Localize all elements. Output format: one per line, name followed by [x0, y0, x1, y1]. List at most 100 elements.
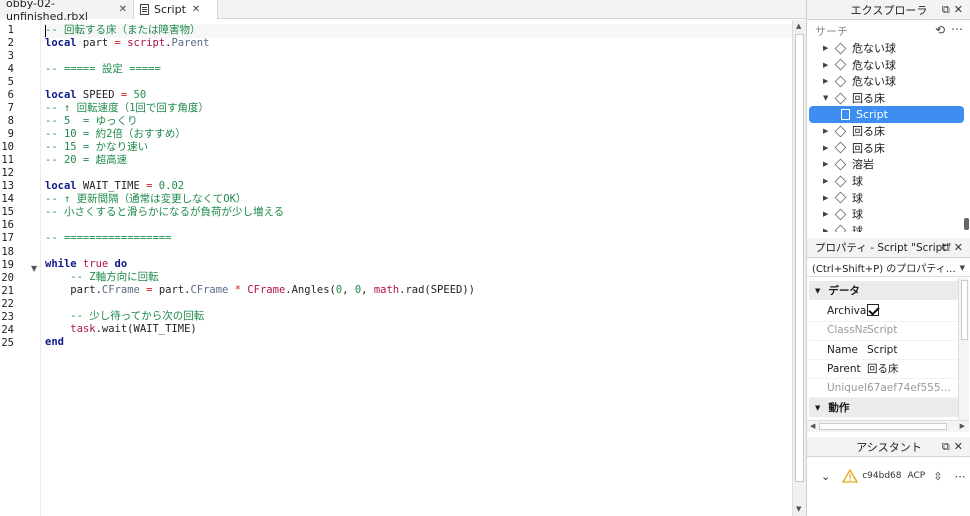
property-value[interactable]: 回る床: [867, 361, 959, 376]
properties-horizontal-scrollbar[interactable]: ◀ ▶: [807, 420, 969, 432]
section-data[interactable]: ▼ データ: [809, 281, 959, 300]
code-line[interactable]: -- 20 = 超高速: [45, 154, 475, 167]
explorer-item[interactable]: ▶ 溶岩: [807, 156, 967, 173]
close-icon[interactable]: ✕: [954, 241, 967, 254]
property-row[interactable]: Name Script: [809, 340, 959, 360]
assistant-session-row[interactable]: ⌄ c94bd68 ACP ⇳ ⋯: [807, 465, 970, 487]
code-line[interactable]: end: [45, 336, 475, 349]
close-icon[interactable]: ✕: [954, 440, 967, 453]
scroll-left-arrow-icon[interactable]: ◀: [810, 422, 815, 430]
explorer-header: エクスプローラ ⧉✕: [807, 0, 970, 20]
close-icon[interactable]: ✕: [954, 3, 967, 16]
editor-vertical-scrollbar[interactable]: ▲ ▼: [792, 20, 806, 516]
section-behavior[interactable]: ▼ 動作: [809, 398, 959, 417]
property-row[interactable]: ClassNa…Script: [809, 321, 959, 341]
code-line[interactable]: -- 15 = かなり速い: [45, 141, 475, 154]
code-line[interactable]: -- ===== 設定 =====: [45, 63, 475, 76]
property-name: Archivable: [827, 305, 867, 318]
explorer-item[interactable]: ▶ 回る床: [807, 140, 967, 157]
property-row[interactable]: Parent 回る床: [809, 360, 959, 380]
code-line[interactable]: [45, 76, 475, 89]
expand-arrow-icon[interactable]: ▶: [823, 77, 833, 85]
code-line[interactable]: -- ↑ 回転速度（1回で回す角度）: [45, 102, 475, 115]
code-line[interactable]: -- =================: [45, 232, 475, 245]
pop-out-icon[interactable]: ⧉: [942, 241, 954, 254]
explorer-scrollbar-thumb[interactable]: [964, 218, 969, 230]
script-editor[interactable]: 1 2 3 4 5 6 7 8 9 10 11 12 13 14 15 16 17 18 19 20 21 22 23 24 2…: [0, 20, 792, 516]
code-line[interactable]: local SPEED = 50: [45, 89, 475, 102]
explorer-item[interactable]: ▶ 球: [807, 173, 967, 190]
scrollbar-thumb[interactable]: [795, 34, 804, 482]
scrollbar-thumb[interactable]: [961, 280, 968, 340]
expand-arrow-icon[interactable]: ▶: [823, 144, 833, 152]
code-line[interactable]: [45, 245, 475, 258]
panel-controls[interactable]: ⧉✕: [942, 440, 967, 454]
panel-controls[interactable]: ⧉✕: [942, 3, 967, 17]
expand-arrow-icon[interactable]: ▶: [823, 210, 833, 218]
more-icon[interactable]: ⋯: [954, 470, 965, 483]
explorer-item[interactable]: ▶ 危ない球: [807, 40, 967, 57]
fold-arrow-icon[interactable]: ▼: [31, 264, 37, 273]
code-line[interactable]: local part = script.Parent: [45, 37, 475, 50]
explorer-item[interactable]: ▼ 回る床: [807, 90, 967, 107]
code-line[interactable]: local WAIT_TIME = 0.02: [45, 180, 475, 193]
expand-arrow-icon[interactable]: ▶: [823, 194, 833, 202]
code-line[interactable]: [45, 50, 475, 63]
history-icon[interactable]: ⟲: [935, 23, 945, 37]
scroll-down-arrow-icon[interactable]: ▼: [796, 505, 801, 513]
chevron-down-icon[interactable]: ⌄: [821, 470, 830, 483]
pop-out-icon[interactable]: ⧉: [942, 3, 954, 16]
explorer-item[interactable]: ▶ 球: [807, 189, 967, 206]
close-icon[interactable]: ✕: [119, 4, 127, 15]
pop-out-icon[interactable]: ⧉: [942, 440, 954, 453]
code-area[interactable]: -- 回転する床（または障害物） local part = script.Pare…: [45, 24, 475, 349]
properties-filter-input[interactable]: (Ctrl+Shift+P) のプロパティ… ▼: [807, 259, 970, 277]
explorer-item[interactable]: ▶ 危ない球: [807, 57, 967, 74]
property-value[interactable]: Script: [867, 344, 959, 356]
code-line[interactable]: task.wait(WAIT_TIME): [45, 323, 475, 336]
explorer-item[interactable]: ▶ 球: [807, 223, 967, 232]
code-line[interactable]: -- Z軸方向に回転: [45, 271, 475, 284]
scroll-up-arrow-icon[interactable]: ▲: [796, 22, 801, 30]
property-value[interactable]: Script: [867, 324, 959, 336]
scrollbar-thumb[interactable]: [819, 423, 947, 430]
explorer-search-input[interactable]: サーチ ⟲ ⋯: [807, 21, 970, 41]
code-line[interactable]: -- 小さくすると滑らかになるが負荷が少し増える: [45, 206, 475, 219]
tab-script[interactable]: Script ✕: [134, 0, 218, 20]
explorer-item[interactable]: Script: [809, 106, 964, 123]
explorer-item-label: 溶岩: [852, 158, 874, 172]
expand-arrow-icon[interactable]: ▶: [823, 177, 833, 185]
property-row[interactable]: Archivable: [809, 302, 959, 322]
code-line[interactable]: -- 10 = 約2倍（おすすめ）: [45, 128, 475, 141]
property-row[interactable]: UniqueId67aef74ef555…: [809, 379, 959, 399]
property-value[interactable]: 67aef74ef555…: [867, 382, 959, 394]
more-icon[interactable]: ⋯: [951, 22, 963, 36]
expand-arrow-icon[interactable]: ▶: [823, 44, 833, 52]
explorer-item[interactable]: ▶ 球: [807, 206, 967, 223]
code-line[interactable]: [45, 297, 475, 310]
code-line[interactable]: -- 回転する床（または障害物）: [45, 24, 475, 37]
scroll-right-arrow-icon[interactable]: ▶: [960, 422, 965, 430]
code-line[interactable]: -- 少し待ってから次の回転: [45, 310, 475, 323]
expand-arrow-icon[interactable]: ▼: [823, 94, 833, 102]
close-icon[interactable]: ✕: [192, 4, 200, 15]
tab-place-file[interactable]: obby-02-unfinished.rbxl ✕: [0, 0, 134, 23]
explorer-item[interactable]: ▶ 回る床: [807, 123, 967, 140]
code-line[interactable]: [45, 219, 475, 232]
chevron-down-icon[interactable]: ▼: [960, 264, 965, 272]
archivable-checkbox[interactable]: [867, 303, 879, 316]
code-line[interactable]: part.CFrame = part.CFrame * CFrame.Angle…: [45, 284, 475, 297]
expand-arrow-icon[interactable]: ▶: [823, 127, 833, 135]
expand-arrow-icon[interactable]: ▶: [823, 61, 833, 69]
code-line[interactable]: while true do: [45, 258, 475, 271]
expand-icon[interactable]: ⇳: [933, 470, 942, 483]
code-line[interactable]: -- 5 = ゆっくり: [45, 115, 475, 128]
properties-vertical-scrollbar[interactable]: [958, 278, 969, 420]
code-line[interactable]: -- ↑ 更新間隔（通常は変更しなくてOK）: [45, 193, 475, 206]
panel-controls[interactable]: ⧉✕: [942, 241, 967, 255]
property-value[interactable]: [867, 303, 959, 319]
code-line[interactable]: [45, 167, 475, 180]
explorer-item[interactable]: ▶ 危ない球: [807, 73, 967, 90]
expand-arrow-icon[interactable]: ▶: [823, 160, 833, 168]
expand-arrow-icon[interactable]: ▶: [823, 227, 833, 232]
